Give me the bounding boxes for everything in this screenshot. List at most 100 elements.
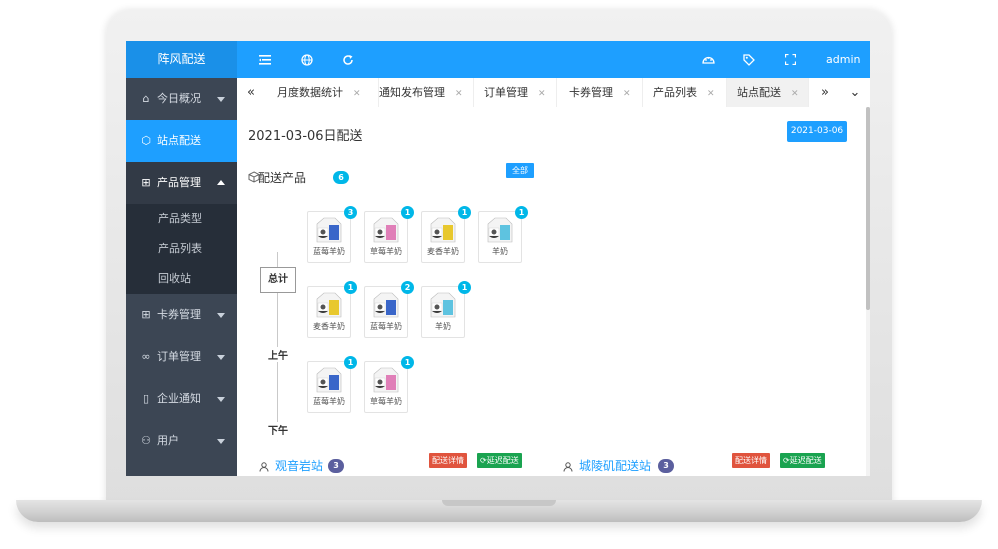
caret-down-icon xyxy=(217,355,225,360)
tab-monthly-stats[interactable]: 月度数据统计 ✕ xyxy=(267,78,379,107)
product-qty-badge: 1 xyxy=(344,281,357,294)
milk-carton-image xyxy=(316,292,342,318)
apps-icon: ⊞ xyxy=(141,176,151,189)
product-card[interactable]: 蓝莓羊奶 1 xyxy=(307,356,357,413)
user-icon xyxy=(259,462,269,472)
user-icon xyxy=(563,462,573,472)
users-icon: ⚇ xyxy=(141,434,151,447)
sidebar-item-coupon-management[interactable]: ⊞ 卡券管理 xyxy=(126,294,237,336)
theme-palette-icon[interactable] xyxy=(696,41,720,78)
sidebar-item-today-overview[interactable]: ⌂ 今日概况 xyxy=(126,78,237,120)
button-label: 延迟配送 xyxy=(789,456,822,465)
close-icon[interactable]: ✕ xyxy=(623,89,631,99)
sidebar-item-order-management[interactable]: ∞ 订单管理 xyxy=(126,336,237,378)
refresh-icon: ⟳ xyxy=(480,456,487,465)
tab-notice-publish[interactable]: 通知发布管理 ✕ xyxy=(369,78,474,107)
sidebar-item-label: 订单管理 xyxy=(157,350,201,363)
delivery-detail-button[interactable]: 配送详情 xyxy=(732,453,770,468)
product-qty-badge: 1 xyxy=(344,356,357,369)
brand-logo[interactable]: 阵风配送 xyxy=(126,41,237,78)
product-card[interactable]: 麦香羊奶 1 xyxy=(421,206,471,263)
sidebar-item-label: 企业通知 xyxy=(157,392,201,405)
date-picker-button[interactable]: 2021-03-06 xyxy=(787,121,847,142)
station-count-badge: 3 xyxy=(658,459,674,473)
refresh-icon: ⟳ xyxy=(783,456,790,465)
submenu-item-product-list[interactable]: 产品列表 xyxy=(126,234,237,264)
group-label-total: 总计 xyxy=(260,267,296,293)
menu-toggle-icon[interactable] xyxy=(253,41,277,78)
main-content: 2021-03-06日配送 2021-03-06 配送产品 6 全部 总计 上午… xyxy=(237,107,866,476)
page-title: 2021-03-06日配送 xyxy=(248,129,363,144)
refresh-icon[interactable] xyxy=(336,41,360,78)
product-name: 草莓羊奶 xyxy=(370,247,402,256)
section-title: 配送产品 xyxy=(258,171,307,185)
sidebar-item-label: 产品管理 xyxy=(157,176,201,189)
user-menu[interactable]: admin xyxy=(826,41,870,100)
product-card[interactable]: 麦香羊奶 1 xyxy=(307,281,357,338)
milk-carton-image xyxy=(373,217,399,243)
fullscreen-icon[interactable] xyxy=(778,41,802,78)
tab-product-list[interactable]: 产品列表 ✕ xyxy=(643,78,727,107)
close-icon[interactable]: ✕ xyxy=(353,89,361,99)
tabs-scroll-right-icon[interactable]: » xyxy=(813,78,837,107)
sidebar-item-product-management[interactable]: ⊞ 产品管理 xyxy=(126,162,237,204)
product-qty-badge: 1 xyxy=(401,356,414,369)
globe-icon[interactable] xyxy=(295,41,319,78)
group-label-morning: 上午 xyxy=(261,347,295,362)
scrollbar[interactable] xyxy=(866,107,870,476)
close-icon[interactable]: ✕ xyxy=(538,89,546,99)
milk-carton-image xyxy=(430,217,456,243)
tag-icon[interactable] xyxy=(737,41,761,78)
tabs-scroll-left-icon[interactable]: « xyxy=(239,78,263,107)
station-name[interactable]: 城陵矶配送站 xyxy=(579,457,651,474)
delay-delivery-button[interactable]: ⟳延迟配送 xyxy=(780,453,825,468)
station-name[interactable]: 观音岩站 xyxy=(275,457,323,474)
tab-label: 订单管理 xyxy=(484,86,528,99)
user-name: admin xyxy=(826,53,861,66)
tab-label: 产品列表 xyxy=(653,86,697,99)
product-name: 蓝莓羊奶 xyxy=(313,247,345,256)
caret-down-icon xyxy=(217,439,225,444)
tab-order-management[interactable]: 订单管理 ✕ xyxy=(474,78,557,107)
product-name: 羊奶 xyxy=(492,247,508,256)
sidebar-item-label: 今日概况 xyxy=(157,92,201,105)
tab-label: 通知发布管理 xyxy=(379,86,445,99)
product-card[interactable]: 蓝莓羊奶 3 xyxy=(307,206,357,263)
product-card[interactable]: 草莓羊奶 1 xyxy=(364,356,414,413)
close-icon[interactable]: ✕ xyxy=(707,89,715,99)
sidebar-item-station-delivery[interactable]: ⬡ 站点配送 xyxy=(126,120,237,162)
tab-coupon-management[interactable]: 卡券管理 ✕ xyxy=(557,78,643,107)
milk-carton-image xyxy=(487,217,513,243)
close-icon[interactable]: ✕ xyxy=(455,89,463,99)
tab-station-delivery[interactable]: 站点配送 ✕ xyxy=(727,78,809,107)
submenu-item-product-type[interactable]: 产品类型 xyxy=(126,204,237,234)
product-name: 蓝莓羊奶 xyxy=(313,397,345,406)
tabs-menu-chevron-down-icon[interactable]: ⌄ xyxy=(843,78,867,107)
caret-down-icon xyxy=(217,397,225,402)
sidebar-item-enterprise-notice[interactable]: ▯ 企业通知 xyxy=(126,378,237,420)
submenu-item-recycle-bin[interactable]: 回收站 xyxy=(126,264,237,294)
all-filter-button[interactable]: 全部 xyxy=(506,163,534,178)
scrollbar-thumb[interactable] xyxy=(866,107,870,310)
sidebar-item-users[interactable]: ⚇ 用户 xyxy=(126,420,237,462)
milk-carton-image xyxy=(430,292,456,318)
section-count-badge: 6 xyxy=(333,171,349,184)
product-card[interactable]: 羊奶 1 xyxy=(478,206,528,263)
product-qty-badge: 1 xyxy=(458,206,471,219)
delivery-detail-button[interactable]: 配送详情 xyxy=(429,453,467,468)
product-name: 麦香羊奶 xyxy=(313,322,345,331)
product-name: 麦香羊奶 xyxy=(427,247,459,256)
product-card[interactable]: 草莓羊奶 1 xyxy=(364,206,414,263)
product-card[interactable]: 蓝莓羊奶 2 xyxy=(364,281,414,338)
milk-carton-image xyxy=(316,367,342,393)
caret-up-icon xyxy=(217,180,225,185)
delay-delivery-button[interactable]: ⟳延迟配送 xyxy=(477,453,522,468)
product-name: 羊奶 xyxy=(435,322,451,331)
tab-label: 卡券管理 xyxy=(569,86,613,99)
product-card[interactable]: 羊奶 1 xyxy=(421,281,471,338)
close-icon[interactable]: ✕ xyxy=(791,89,799,99)
milk-carton-image xyxy=(373,367,399,393)
product-submenu: 产品类型 产品列表 回收站 xyxy=(126,204,237,294)
infinity-icon: ∞ xyxy=(141,350,151,363)
caret-down-icon xyxy=(217,97,225,102)
